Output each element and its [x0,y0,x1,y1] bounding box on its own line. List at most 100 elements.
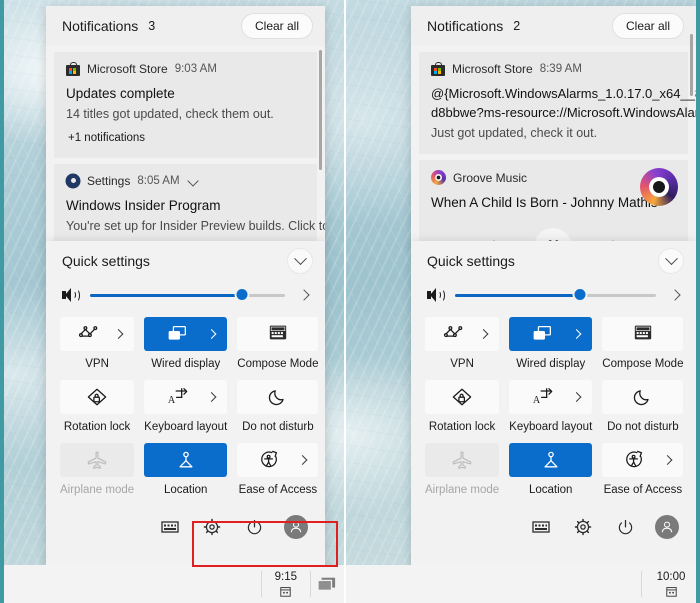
quick-setting-tile-cell: Rotation lock [60,380,135,433]
tile-label: Wired display [516,358,586,370]
speaker-icon [62,287,80,303]
chevron-right-icon[interactable] [298,455,308,465]
taskbar-clock-left[interactable]: 9:15 [262,571,309,597]
groove-album-art [640,168,678,207]
tile-label: Compose Mode [237,358,319,370]
tile-airplane-mode [60,443,135,477]
volume-expand-button[interactable] [666,289,684,301]
notification-app-name: Settings [87,173,131,188]
settings-gear-icon [66,174,80,188]
projection-button[interactable] [528,514,554,540]
tile-vpn[interactable] [425,317,500,351]
quick-setting-tile-cell: VPN [60,317,135,370]
account-button[interactable] [654,514,680,540]
settings-button[interactable] [570,514,596,540]
tile-label: Rotation lock [428,421,496,433]
tile-wired-display[interactable] [144,317,228,351]
chevron-right-icon[interactable] [663,455,673,465]
notification-body: Just got updated, check it out. [431,125,598,140]
volume-slider-row [411,281,696,317]
tile-ease-of-access[interactable] [237,443,319,477]
notification-item-microsoft-store[interactable]: Microsoft Store 9:03 AM Updates complete… [54,52,317,158]
tile-vpn[interactable] [60,317,135,351]
location-icon [540,450,562,470]
tile-do-not-disturb[interactable] [602,380,684,414]
notification-item-settings[interactable]: Settings 8:05 AM Windows Insider Program… [54,163,325,246]
quick-settings-expand-button[interactable] [287,248,313,274]
notification-center-right: Notifications 2 Clear all Microsoft Stor… [411,6,696,246]
tile-rotation-lock[interactable] [60,380,135,414]
volume-slider[interactable] [90,287,285,302]
power-button[interactable] [612,514,638,540]
notification-time: 9:03 AM [174,63,217,75]
notification-time: 8:05 AM [137,174,180,187]
quick-setting-tile-cell: Compose Mode [602,317,684,370]
account-button[interactable] [283,514,309,540]
notifications-scrollbar[interactable] [319,50,322,170]
notifications-scrollbar[interactable] [690,34,693,96]
vpn-icon [78,324,100,344]
tile-wired-display[interactable] [509,317,593,351]
chevron-right-icon[interactable] [113,329,124,339]
task-view-button[interactable] [310,575,344,593]
settings-button[interactable] [199,514,225,540]
chevron-right-icon[interactable] [206,392,217,402]
volume-slider[interactable] [455,287,656,302]
quick-setting-tile-cell: A Keyboard layout [509,380,593,433]
notifications-header: Notifications 3 Clear all [46,6,325,46]
tile-rotation-lock[interactable] [425,380,500,414]
chevron-right-icon [669,289,681,301]
power-button[interactable] [241,514,267,540]
tile-compose-mode[interactable] [602,317,684,351]
vpn-icon [443,324,465,344]
quick-settings-tile-grid: VPN Wired display Compose Mode Rotation … [411,317,696,504]
quick-setting-tile-cell: Airplane mode [60,443,135,496]
chevron-right-icon[interactable] [478,329,489,339]
quick-settings-panel-right: Quick settings VPN Wired display Compose… [411,241,696,571]
volume-slider-thumb[interactable] [572,287,588,302]
notification-headline: Windows Insider Program [66,197,221,213]
quick-settings-header: Quick settings [411,241,696,281]
projection-button[interactable] [157,514,183,540]
quick-setting-tile-cell: Ease of Access [602,443,684,496]
notification-more-link[interactable]: +1 notifications [66,124,305,146]
chevron-right-icon[interactable] [206,329,217,339]
moon-icon [632,387,654,407]
microsoft-store-icon [431,62,445,76]
tile-do-not-disturb[interactable] [237,380,319,414]
notification-item-groove-music[interactable]: Groove Music When A Child Is Born - John… [419,160,688,246]
airplane-icon [86,450,108,470]
notification-app-row: Microsoft Store 9:03 AM [66,62,305,76]
taskbar-clock-right[interactable]: 10:00 [642,571,700,597]
calendar-icon [280,586,292,597]
chevron-down-icon [293,251,307,265]
notification-item-windows-alarms[interactable]: Microsoft Store 8:39 AM @{Microsoft.Wind… [419,52,696,155]
ease-of-access-icon [624,450,646,470]
chevron-right-icon[interactable] [571,392,582,402]
rotation-lock-icon [86,387,108,407]
groove-music-icon [431,170,446,186]
cast-display-icon [167,324,189,344]
quick-settings-expand-button[interactable] [658,248,684,274]
quick-settings-panel-left: Quick settings VPN Wired display Compose… [46,241,325,571]
volume-expand-button[interactable] [295,289,313,301]
tile-compose-mode[interactable] [237,317,319,351]
tile-airplane-mode [425,443,500,477]
tile-location[interactable] [144,443,228,477]
chevron-down-icon[interactable] [187,176,201,186]
power-icon [618,519,632,534]
clear-all-button[interactable]: Clear all [240,13,313,39]
notification-app-name: Microsoft Store [452,62,533,76]
tile-keyboard-layout[interactable]: A [144,380,228,414]
volume-slider-thumb[interactable] [234,287,250,302]
onscreen-keyboard-icon [532,521,550,533]
gear-icon [574,518,592,536]
clear-all-button[interactable]: Clear all [611,13,684,39]
airplane-icon [451,450,473,470]
chevron-right-icon[interactable] [571,329,582,339]
quick-setting-tile-cell: Rotation lock [425,380,500,433]
notification-center-left: Notifications 3 Clear all Microsoft Stor… [46,6,325,246]
tile-ease-of-access[interactable] [602,443,684,477]
tile-keyboard-layout[interactable]: A [509,380,593,414]
tile-location[interactable] [509,443,593,477]
